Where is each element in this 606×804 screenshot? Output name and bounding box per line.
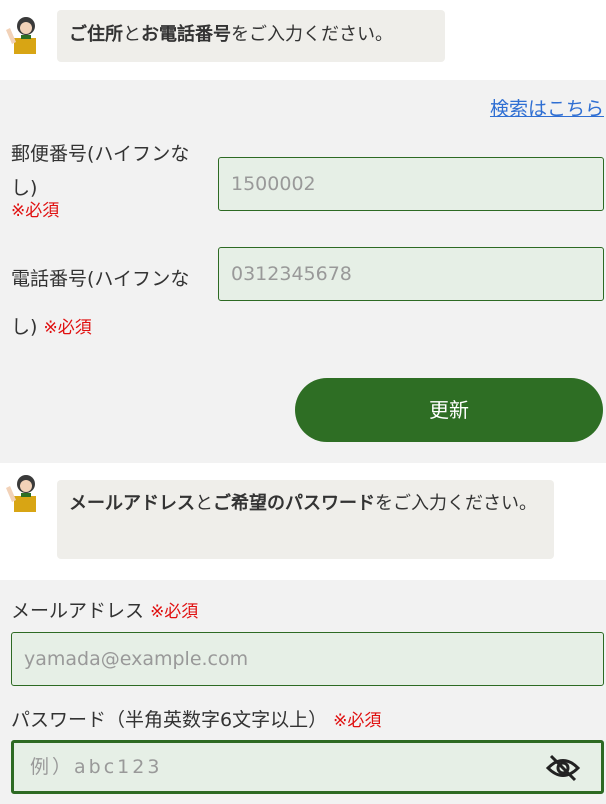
- password-placeholder: 例）abc123: [30, 756, 163, 778]
- assistant-avatar-icon: [6, 17, 36, 54]
- bubble-text-bold: ご住所: [69, 24, 123, 45]
- bubble-text-bold: お電話番号: [141, 24, 231, 45]
- account-intro-bubble: メールアドレスとご希望のパスワードをご入力ください。: [57, 480, 554, 559]
- phone-number-input[interactable]: 0312345678: [218, 247, 604, 301]
- address-intro: ご住所とお電話番号をご入力ください。: [0, 0, 606, 80]
- address-intro-bubble: ご住所とお電話番号をご入力ください。: [57, 10, 445, 62]
- bubble-text: をご入力ください。: [375, 493, 537, 514]
- address-form-panel: 検索はこちら 郵便番号(ハイフンな し) ※必須 1500002 電話番号(ハイ…: [0, 80, 606, 463]
- postal-code-input[interactable]: 1500002: [218, 157, 604, 211]
- password-label: パスワード（半角英数字6文字以上） ※必須: [11, 703, 381, 738]
- postal-label-line1: 郵便番号(ハイフンな: [11, 143, 190, 165]
- postal-search-link[interactable]: 検索はこちら: [490, 94, 604, 121]
- phone-label-line1: 電話番号(ハイフンな: [11, 268, 190, 290]
- bubble-text: をご入力ください。: [231, 24, 393, 45]
- phone-label-line2: し): [11, 316, 38, 338]
- email-label-text: メールアドレス: [11, 600, 145, 622]
- password-label-text: パスワード（半角英数字6文字以上）: [11, 709, 328, 731]
- postal-required-badge: ※必須: [11, 201, 60, 221]
- assistant-avatar-icon: [6, 475, 36, 512]
- password-required-badge: ※必須: [333, 711, 382, 731]
- bubble-text-bold: ご希望のパスワード: [213, 493, 375, 514]
- eye-slash-icon[interactable]: [545, 753, 581, 783]
- account-form-panel: メールアドレス ※必須 yamada@example.com パスワード（半角英…: [0, 580, 606, 804]
- account-intro: メールアドレスとご希望のパスワードをご入力ください。: [0, 463, 606, 580]
- email-required-badge: ※必須: [150, 602, 199, 622]
- page: ご住所とお電話番号をご入力ください。 検索はこちら 郵便番号(ハイフンな し) …: [0, 0, 606, 804]
- phone-label: 電話番号(ハイフンな し) ※必須: [11, 255, 189, 352]
- bubble-text-bold: メールアドレス: [69, 493, 195, 514]
- password-input[interactable]: 例）abc123: [11, 740, 604, 794]
- phone-required-badge: ※必須: [43, 318, 92, 338]
- update-button[interactable]: 更新: [295, 378, 603, 442]
- bubble-text: と: [123, 24, 141, 45]
- email-label: メールアドレス ※必須: [11, 594, 198, 629]
- email-input[interactable]: yamada@example.com: [11, 632, 604, 686]
- postal-code-label: 郵便番号(ハイフンな し): [11, 137, 189, 205]
- bubble-text: と: [195, 493, 213, 514]
